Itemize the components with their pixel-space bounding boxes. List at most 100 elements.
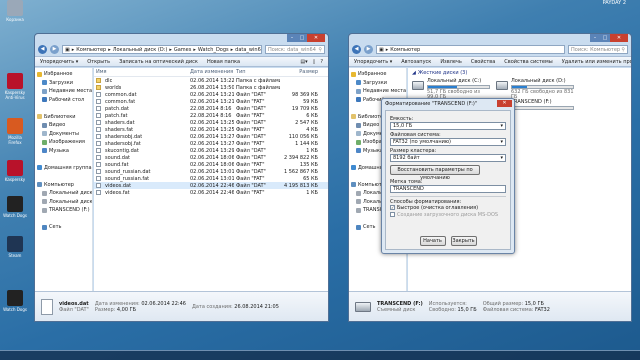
maximize-icon[interactable]: □: [297, 34, 307, 42]
file-row[interactable]: sound.fat 02.06.2014 18:06 Файл "FAT" 135 К…: [94, 161, 328, 168]
desktop-shortcut[interactable]: Kaspersky: [2, 160, 28, 182]
file-row[interactable]: shaders.fat 02.06.2014 13:25 Файл "FAT" 4 К…: [94, 126, 328, 133]
nav-item[interactable]: Рабочий стол: [35, 96, 92, 105]
file-row[interactable]: shaders.dat 02.06.2014 13:25 Файл "DAT" 2 5…: [94, 119, 328, 126]
nav-item[interactable]: Загрузки: [349, 79, 406, 88]
file-row[interactable]: sound.dat 02.06.2014 18:06 Файл "DAT" 2 394…: [94, 154, 328, 161]
back-icon[interactable]: ◀: [352, 45, 361, 54]
toolbar-button[interactable]: Свойства: [471, 59, 495, 65]
file-row[interactable]: skucontig.dat 02.06.2014 13:29 Файл "DAT" 1…: [94, 147, 328, 154]
file-row[interactable]: videos.dat 02.06.2014 22:46 Файл "DAT" 4 19…: [94, 182, 328, 189]
nav-item[interactable]: Недавние места: [349, 87, 406, 96]
section-hard-disks[interactable]: ◢ Жесткие диски (3): [408, 68, 631, 77]
breadcrumb-arrow-icon[interactable]: ▸: [386, 47, 389, 53]
close-button[interactable]: Закрыть: [450, 236, 477, 246]
back-icon[interactable]: ◀: [38, 45, 47, 54]
file-row[interactable]: worlds 26.08.2014 13:50 Папка с файлами: [94, 84, 328, 91]
file-row[interactable]: common.dat 02.06.2014 13:21 Файл "DAT" 98 3…: [94, 91, 328, 98]
desktop-shortcut[interactable]: Watch Dogs: [2, 196, 28, 218]
desktop-shortcut[interactable]: Корзина: [2, 0, 28, 22]
breadcrumb[interactable]: ▣ ▸ Компьютер: [376, 45, 565, 54]
cluster-select[interactable]: 8192 байт ▾: [390, 154, 506, 162]
breadcrumb-item[interactable]: data_win64: [235, 47, 261, 53]
toolbar-button[interactable]: Новая папка: [207, 59, 240, 65]
nav-item[interactable]: Музыка: [35, 147, 92, 156]
toolbar-button[interactable]: Автозапуск: [401, 59, 431, 65]
nav-item[interactable]: Библиотеки: [35, 113, 92, 122]
nav-item[interactable]: Загрузки: [35, 79, 92, 88]
column-date[interactable]: Дата изменения: [188, 69, 234, 75]
capacity-select[interactable]: 15,0 ГБ ▾: [390, 122, 506, 130]
nav-item[interactable]: Домашняя группа: [35, 164, 92, 173]
breadcrumb-arrow-icon[interactable]: ▸: [169, 47, 172, 53]
nav-item[interactable]: Компьютер: [35, 181, 92, 190]
toolbar-button[interactable]: Удалить или изменить программу: [562, 59, 631, 65]
restore-defaults-button[interactable]: Восстановить параметры по умолчанию: [390, 165, 480, 181]
desktop-shortcut[interactable]: Watch Dogs: [2, 290, 28, 312]
toolbar-button[interactable]: Упорядочить ▾: [40, 59, 78, 65]
preview-pane-icon[interactable]: ▯: [313, 59, 316, 65]
drive-tile[interactable]: Локальный диск (D:) 632 ГБ свободно из 83…: [496, 79, 574, 100]
desktop-shortcut-label[interactable]: PAYDAY 2: [603, 0, 626, 6]
file-row[interactable]: dlc 02.06.2014 13:22 Папка с файлами: [94, 77, 328, 84]
column-size[interactable]: Размер: [280, 69, 320, 75]
search-input[interactable]: Поиск: Компьютер ⚲: [568, 45, 628, 54]
view-options-icon[interactable]: ▤▾: [300, 59, 307, 65]
breadcrumb-arrow-icon[interactable]: ▸: [72, 47, 75, 53]
toolbar-button[interactable]: Открыть: [87, 59, 110, 65]
breadcrumb-item[interactable]: Компьютер: [390, 47, 420, 53]
nav-item[interactable]: Недавние места: [35, 87, 92, 96]
toolbar-button[interactable]: Записать на оптический диск: [119, 59, 198, 65]
toolbar-button[interactable]: Упорядочить ▾: [354, 59, 392, 65]
file-row[interactable]: common.fat 02.06.2014 13:21 Файл "FAT" 59 К…: [94, 98, 328, 105]
maximize-icon[interactable]: □: [600, 34, 610, 42]
forward-icon[interactable]: ▶: [50, 45, 59, 54]
file-row[interactable]: patch.dat 22.08.2014 8:16 Файл "DAT" 19 709…: [94, 105, 328, 112]
breadcrumb[interactable]: ▣ ▸ Компьютер ▸ Локальный диск (D:) ▸ Games ▸ Wa…: [62, 45, 262, 54]
nav-item[interactable]: TRANSCEND (F:): [35, 206, 92, 215]
minimize-icon[interactable]: –: [590, 34, 600, 42]
forward-icon[interactable]: ▶: [364, 45, 373, 54]
nav-item[interactable]: Сеть: [35, 223, 92, 232]
search-input[interactable]: Поиск: data_win64 ⚲: [265, 45, 325, 54]
desktop-shortcut[interactable]: Steam: [2, 236, 28, 258]
quick-format-checkbox[interactable]: ✓ Быстрое (очистка оглавления): [390, 204, 506, 211]
nav-item[interactable]: Изображения: [35, 138, 92, 147]
nav-item[interactable]: Избранное: [35, 70, 92, 79]
breadcrumb-item[interactable]: Компьютер: [76, 47, 106, 53]
breadcrumb-arrow-icon[interactable]: ▸: [231, 47, 234, 53]
volume-label-input[interactable]: TRANSCEND: [390, 185, 506, 193]
file-row[interactable]: shadersobj.dat 02.06.2014 13:27 Файл "DAT"…: [94, 133, 328, 140]
breadcrumb-item[interactable]: Games: [174, 47, 192, 53]
nav-item[interactable]: Видео: [35, 121, 92, 130]
file-row[interactable]: videos.fat 02.06.2014 22:46 Файл "FAT" 1 КБ: [94, 189, 328, 196]
nav-item[interactable]: Документы: [35, 130, 92, 139]
file-row[interactable]: sound_russian.fat 02.06.2014 13:01 Файл "F…: [94, 175, 328, 182]
desktop-shortcut[interactable]: Kaspersky Anti-Virus: [2, 73, 28, 100]
filesystem-select[interactable]: FAT32 (по умолчанию) ▾: [390, 138, 506, 146]
breadcrumb-item[interactable]: Локальный диск (D:): [113, 47, 168, 53]
toolbar-button[interactable]: Извлечь: [440, 59, 462, 65]
close-icon[interactable]: ✕: [610, 34, 628, 42]
drive-tile[interactable]: Локальный диск (C:) 51,7 ГБ свободно из 9…: [412, 79, 490, 100]
start-button[interactable]: Начать: [419, 236, 446, 246]
file-row[interactable]: sound_russian.dat 02.06.2014 13:01 Файл "D…: [94, 168, 328, 175]
close-icon[interactable]: ✕: [307, 34, 325, 42]
nav-item[interactable]: Избранное: [349, 70, 406, 79]
close-icon[interactable]: ✕: [497, 100, 512, 107]
help-icon[interactable]: ?: [320, 59, 323, 65]
column-type[interactable]: Тип: [234, 69, 280, 75]
file-row[interactable]: shadersobj.fat 02.06.2014 13:27 Файл "FAT"…: [94, 140, 328, 147]
desktop-shortcut[interactable]: Mozilla Firefox: [2, 118, 28, 145]
file-row[interactable]: patch.fat 22.08.2014 8:16 Файл "FAT" 6 КБ: [94, 112, 328, 119]
network-icon: [356, 224, 361, 230]
minimize-icon[interactable]: –: [287, 34, 297, 42]
nav-item[interactable]: Локальный диск (C:): [35, 189, 92, 198]
breadcrumb-item[interactable]: Watch_Dogs: [198, 47, 229, 53]
msdos-disk-checkbox[interactable]: Создание загрузочного диска MS-DOS: [390, 211, 506, 218]
toolbar-button[interactable]: Свойства системы: [504, 59, 552, 65]
column-name[interactable]: Имя: [94, 69, 188, 75]
breadcrumb-arrow-icon[interactable]: ▸: [193, 47, 196, 53]
nav-item[interactable]: Локальный диск (D:): [35, 198, 92, 207]
breadcrumb-arrow-icon[interactable]: ▸: [108, 47, 111, 53]
